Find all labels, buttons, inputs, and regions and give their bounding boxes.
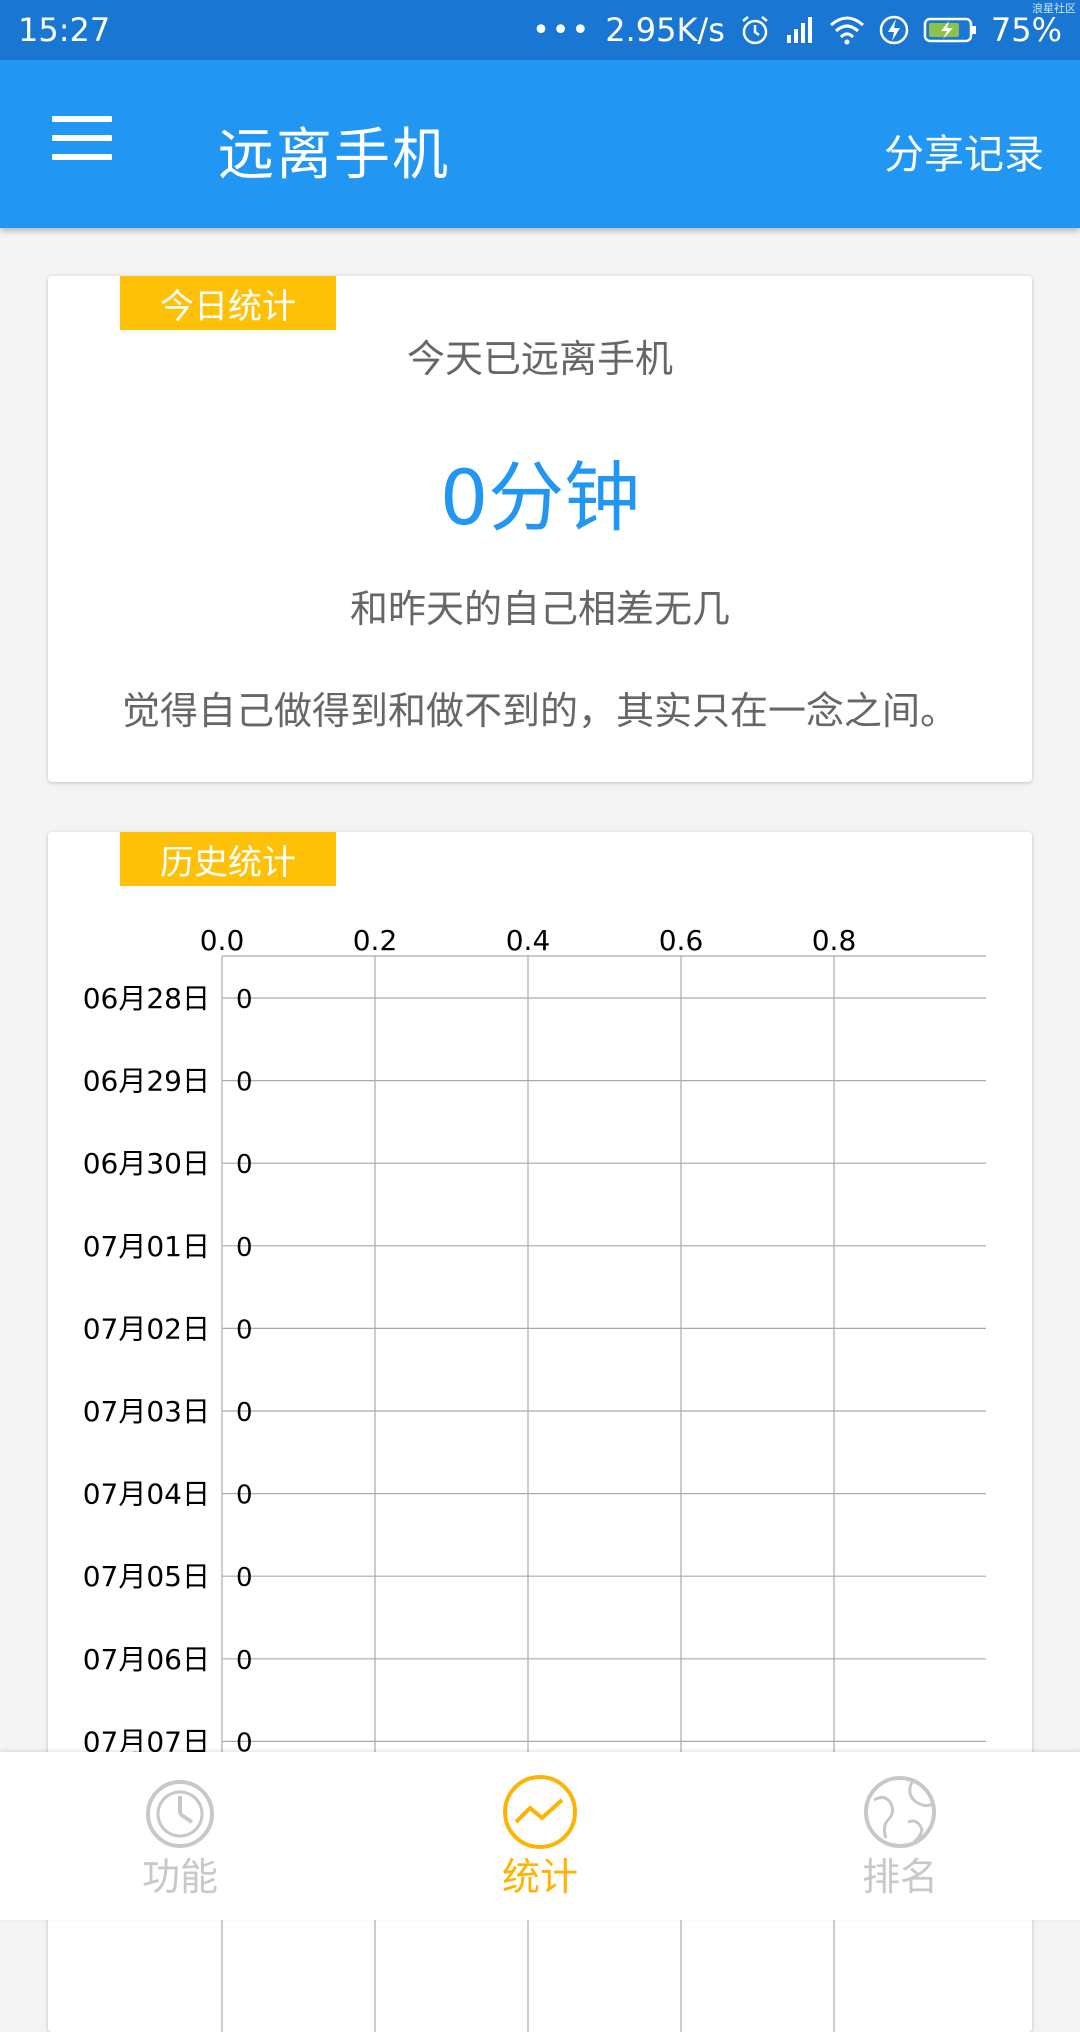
value-label: 0	[236, 1563, 253, 1593]
watermark: 浪星社区	[1032, 2, 1076, 15]
category-label: 06月29日	[83, 1065, 210, 1098]
value-label: 0	[236, 1150, 253, 1180]
today-stats-tag: 今日统计	[120, 276, 336, 330]
globe-icon	[864, 1776, 936, 1848]
category-label: 06月28日	[83, 982, 210, 1015]
bottom-navigation: 功能 统计 排名	[0, 1752, 1080, 1920]
app-bar: 远离手机 分享记录	[0, 60, 1080, 228]
category-label: 07月04日	[83, 1478, 210, 1511]
motivational-quote: 觉得自己做得到和做不到的，其实只在一念之间。	[121, 689, 958, 733]
history-stats-tag: 历史统计	[120, 832, 336, 886]
x-tick-label: 0.6	[659, 924, 704, 957]
value-label: 0	[236, 1233, 253, 1263]
nav-label-features: 功能	[141, 1855, 218, 1899]
today-stats-card: 今日统计 今天已远离手机 0分钟 和昨天的自己相差无几 觉得自己做得到和做不到的…	[48, 276, 1032, 782]
alarm-icon	[742, 16, 768, 45]
nav-item-features[interactable]: 功能	[0, 1752, 360, 1920]
signal-icon	[786, 17, 812, 43]
nav-item-statistics[interactable]: 统计	[360, 1752, 720, 1920]
battery-icon	[923, 17, 976, 43]
category-label: 06月30日	[83, 1147, 210, 1180]
battery-percent: 75%	[990, 11, 1062, 49]
today-subtitle: 今天已远离手机	[406, 337, 673, 381]
status-bar: 15:27 ••• 2.95K/s 75% 浪星社区	[0, 0, 1080, 60]
category-label: 07月02日	[83, 1312, 210, 1345]
value-label: 0	[236, 1646, 253, 1676]
status-time: 15:27	[18, 11, 111, 49]
charging-icon	[879, 15, 909, 45]
menu-icon[interactable]	[52, 116, 112, 164]
value-label: 0	[236, 985, 253, 1015]
x-tick-label: 0.0	[200, 924, 245, 957]
comparison-text: 和昨天的自己相差无几	[349, 587, 730, 631]
category-label: 07月03日	[83, 1395, 210, 1428]
wifi-icon	[829, 16, 864, 45]
timer-icon	[146, 1780, 214, 1848]
x-tick-label: 0.4	[506, 924, 551, 957]
x-tick-label: 0.8	[812, 924, 857, 957]
x-tick-label: 0.2	[353, 924, 398, 957]
category-label: 07月05日	[83, 1560, 210, 1593]
share-record-button[interactable]: 分享记录	[884, 122, 1044, 180]
category-label: 07月06日	[83, 1643, 210, 1676]
nav-label-ranking: 排名	[861, 1855, 938, 1899]
value-label: 0	[236, 1481, 253, 1511]
value-label: 0	[236, 1398, 253, 1428]
app-title: 远离手机	[218, 123, 450, 188]
network-speed: 2.95K/s	[605, 11, 725, 49]
value-label: 0	[236, 1068, 253, 1098]
value-label: 0	[236, 1315, 253, 1345]
today-duration: 0分钟	[439, 453, 641, 542]
nav-label-statistics: 统计	[501, 1855, 578, 1899]
trend-chart-icon	[503, 1775, 577, 1849]
nav-item-ranking[interactable]: 排名	[720, 1752, 1080, 1920]
category-label: 07月01日	[83, 1230, 210, 1263]
more-notifications-icon: •••	[532, 12, 592, 48]
